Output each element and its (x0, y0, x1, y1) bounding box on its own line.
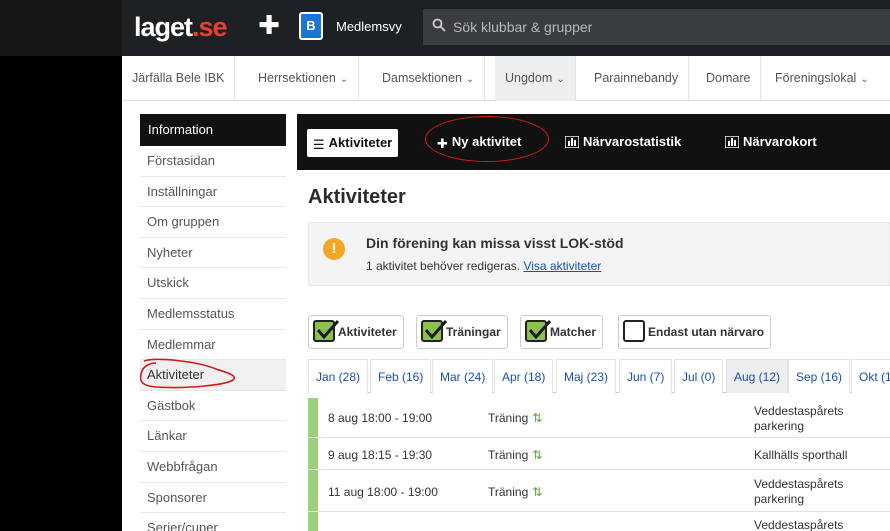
plus-icon[interactable]: ✚ (258, 12, 280, 38)
sidebar-item-lankar[interactable]: Länkar (140, 421, 286, 452)
tab-month-aug[interactable]: Aug (12) (726, 359, 789, 393)
checkbox-checked-icon (525, 320, 552, 342)
chevron-down-icon: ⌄ (860, 74, 869, 85)
nav-item-damsektionen[interactable]: Damsektionen ⌄ (372, 56, 486, 101)
table-row[interactable]: 11 aug 18:00 - 19:00 Träning ⇅ Veddestasp… (308, 470, 890, 512)
nav-item-club[interactable]: Järfälla Bele IBK (122, 56, 236, 101)
nav-item-foreningslokal[interactable]: Föreningslokal ⌄ (765, 56, 879, 101)
sidebar-item-webbfragan[interactable]: Webbfrågan (140, 451, 286, 483)
row-status-bar (308, 398, 318, 437)
alert-title: Din förening kan missa visst LOK-stöd (366, 235, 624, 251)
sidebar-item-om-gruppen[interactable]: Om gruppen (140, 207, 286, 238)
tab-month-maj[interactable]: Maj (23) (556, 359, 617, 393)
club-logo[interactable]: B (299, 12, 323, 40)
chevron-down-icon: ⌄ (556, 74, 565, 85)
tab-month-feb[interactable]: Feb (16) (370, 359, 432, 393)
row-status-bar (308, 512, 318, 531)
attendance-stats-button[interactable]: Närvarostatistik (564, 128, 681, 158)
row-type: Träning ⇅ (488, 448, 543, 462)
table-row[interactable]: Veddestaspårets (308, 512, 890, 531)
filter-only-without-attendance[interactable]: Endast utan närvaro (618, 315, 772, 349)
nav-item-herrsektionen[interactable]: Herrsektionen ⌄ (248, 56, 360, 101)
activities-menu-button[interactable]: ☰ Aktiviteter (307, 129, 399, 157)
table-row[interactable]: 8 aug 18:00 - 19:00 Träning ⇅ Veddestaspå… (308, 398, 890, 438)
filter-matches[interactable]: Matcher (520, 315, 604, 349)
sidebar-item-gastbok[interactable]: Gästbok (140, 390, 286, 422)
sidebar-item-aktiviteter[interactable]: Aktiviteter (140, 360, 286, 391)
tab-month-jun[interactable]: Jun (7) (619, 359, 673, 393)
sidebar-item-medlemmar[interactable]: Medlemmar (140, 329, 286, 361)
search-input[interactable] (453, 9, 873, 45)
sidebar-item-utskick[interactable]: Utskick (140, 268, 286, 299)
bar-chart-icon (724, 130, 740, 158)
plus-icon: ✚ (437, 136, 448, 151)
row-place: Kallhälls sporthall (754, 448, 848, 462)
row-date: 8 aug 18:00 - 19:00 (328, 411, 433, 425)
row-date: 11 aug 18:00 - 19:00 (328, 485, 438, 499)
member-view-label[interactable]: Medlemsvy (336, 19, 402, 34)
tab-month-jul[interactable]: Jul (0) (674, 359, 724, 393)
row-type: Träning ⇅ (488, 411, 543, 425)
sidebar-item-forstasidan[interactable]: Förstasidan (140, 146, 286, 177)
sidebar-item-medlemsstatus[interactable]: Medlemsstatus (140, 298, 286, 330)
show-activities-link[interactable]: Visa aktiviteter (523, 259, 601, 273)
row-place: Veddestaspårets (754, 518, 844, 531)
filter-trainings[interactable]: Träningar (416, 315, 508, 349)
warning-icon: ! (323, 238, 345, 260)
main-nav: Järfälla Bele IBK Herrsektionen ⌄ Damsekt… (122, 56, 890, 101)
training-icon: ⇅ (532, 411, 543, 425)
training-icon: ⇅ (532, 485, 543, 499)
row-type: Träning ⇅ (488, 485, 543, 499)
nav-item-parainnebandy[interactable]: Parainnebandy (584, 56, 690, 101)
nav-item-ungdom[interactable]: Ungdom ⌄ (495, 56, 576, 101)
filter-activities[interactable]: Aktiviteter (308, 315, 404, 349)
tab-month-okt[interactable]: Okt (1 (851, 359, 890, 393)
search-box[interactable] (423, 9, 890, 45)
month-tabs: Jan (28) Feb (16) Mar (24) Apr (18) Maj … (308, 359, 890, 393)
new-activity-button[interactable]: ✚ Ny aktivitet (437, 128, 521, 156)
row-place: Veddestaspårets parkering (754, 404, 844, 433)
row-status-bar (308, 470, 318, 511)
sidebar: Information Förstasidan Inställningar Om… (140, 114, 286, 531)
sidebar-item-installningar[interactable]: Inställningar (140, 176, 286, 208)
alert-text: 1 aktivitet behöver redigeras. Visa akti… (366, 259, 602, 273)
hamburger-icon: ☰ (313, 137, 325, 152)
top-bar: laget.se ✚ B Medlemsvy (0, 0, 890, 56)
laget-logo[interactable]: laget.se (134, 12, 228, 43)
topbar-left-area (0, 0, 122, 56)
checkbox-checked-icon (421, 320, 448, 342)
bar-chart-icon (564, 130, 580, 158)
lok-alert: ! Din förening kan missa visst LOK-stöd … (308, 222, 890, 286)
training-icon: ⇅ (532, 448, 543, 462)
attendance-card-button[interactable]: Närvarokort (724, 128, 817, 158)
row-status-bar (308, 438, 318, 469)
page-title: Aktiviteter (308, 186, 406, 208)
sidebar-item-sponsorer[interactable]: Sponsorer (140, 482, 286, 514)
tab-month-sep[interactable]: Sep (16) (788, 359, 851, 393)
tab-month-jan[interactable]: Jan (28) (308, 359, 369, 393)
table-row[interactable]: 9 aug 18:15 - 19:30 Träning ⇅ Kallhälls s… (308, 438, 890, 470)
checkbox-checked-icon (313, 320, 340, 342)
checkbox-empty-icon (623, 320, 645, 342)
sidebar-header: Information (140, 114, 286, 146)
row-date: 9 aug 18:15 - 19:30 (328, 448, 433, 462)
search-icon (432, 18, 446, 32)
row-place: Veddestaspårets parkering (754, 477, 844, 506)
tab-month-mar[interactable]: Mar (24) (432, 359, 494, 393)
sidebar-item-serier-cuper[interactable]: Serier/cuper (140, 513, 286, 531)
nav-item-domare[interactable]: Domare (696, 56, 762, 101)
chevron-down-icon: ⌄ (465, 74, 475, 85)
sidebar-item-nyheter[interactable]: Nyheter (140, 237, 286, 269)
chevron-down-icon: ⌄ (339, 74, 349, 85)
activity-toolbar: ☰ Aktiviteter ✚ Ny aktivitet Närvarostatis… (297, 114, 890, 170)
tab-month-apr[interactable]: Apr (18) (494, 359, 554, 393)
